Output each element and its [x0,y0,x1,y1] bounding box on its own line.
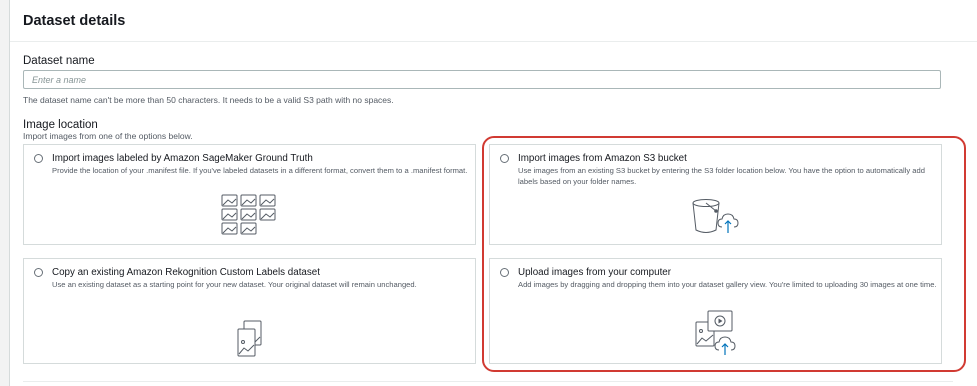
dataset-details-panel: Dataset details Dataset name The dataset… [9,0,977,386]
panel-divider [23,381,953,382]
option-copy-existing-dataset[interactable]: Copy an existing Amazon Rekognition Cust… [23,258,476,364]
panel-header: Dataset details [10,0,977,42]
option-sagemaker-ground-truth[interactable]: Import images labeled by Amazon SageMake… [23,144,476,245]
image-location-description: Import images from one of the options be… [23,131,193,141]
image-grid-icon [221,194,276,235]
dataset-name-label: Dataset name [23,55,95,67]
radio-copy-existing-dataset[interactable] [34,268,43,277]
radio-sagemaker-ground-truth[interactable] [34,154,43,163]
copy-images-icon [237,320,262,357]
option-description: Use images from an existing S3 bucket by… [518,166,925,186]
dataset-name-input[interactable] [23,70,941,89]
option-title: Import images from Amazon S3 bucket [518,153,687,164]
s3-bucket-upload-icon [692,199,739,233]
option-title: Upload images from your computer [518,267,672,278]
option-description: Add images by dragging and dropping them… [518,280,937,289]
dataset-name-hint: The dataset name can't be more than 50 c… [23,95,394,105]
option-title: Copy an existing Amazon Rekognition Cust… [52,267,320,278]
panel-title: Dataset details [23,13,126,29]
radio-s3-bucket[interactable] [500,154,509,163]
option-description: Use an existing dataset as a starting po… [52,280,417,289]
computer-upload-icon [695,310,736,355]
image-location-label: Image location [23,119,98,131]
radio-upload-from-computer[interactable] [500,268,509,277]
option-s3-bucket[interactable]: Import images from Amazon S3 bucket Use … [489,144,942,245]
option-description: Provide the location of your .manifest f… [52,166,468,175]
option-upload-from-computer[interactable]: Upload images from your computer Add ima… [489,258,942,364]
option-title: Import images labeled by Amazon SageMake… [52,153,313,164]
